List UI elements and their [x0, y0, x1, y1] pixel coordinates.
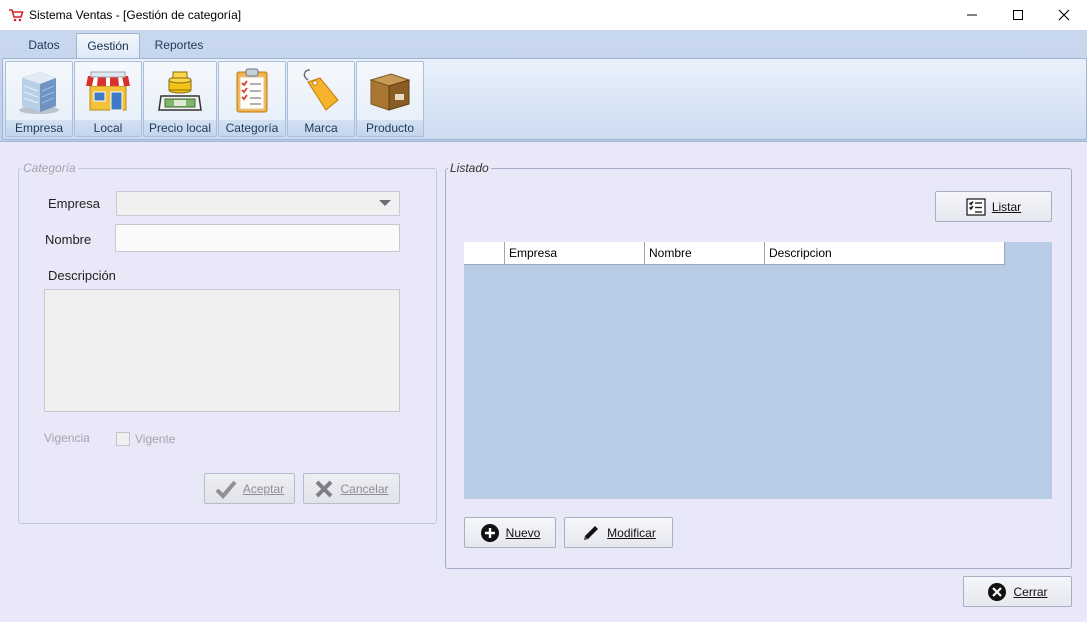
listar-label: Listar [991, 199, 1022, 214]
close-circle-icon [988, 582, 1007, 601]
grid-row-header[interactable] [464, 242, 505, 265]
column-header-empresa[interactable]: Empresa [505, 242, 645, 265]
box-icon [369, 73, 411, 111]
vigente-checkbox[interactable] [116, 432, 130, 446]
nuevo-button[interactable]: Nuevo [464, 517, 556, 548]
ribbon-button-label: Empresa [6, 120, 72, 136]
nombre-input[interactable] [115, 224, 400, 252]
plus-circle-icon [480, 523, 499, 542]
cerrar-button[interactable]: Cerrar [963, 576, 1072, 607]
checkmark-icon [215, 480, 237, 499]
pencil-icon [584, 525, 599, 540]
nombre-label: Nombre [45, 232, 92, 247]
empresa-label: Empresa [48, 196, 101, 211]
modificar-button[interactable]: Modificar [564, 517, 673, 548]
ribbon-button-categoria[interactable]: Categoría [218, 61, 286, 137]
listado-legend: Listado [450, 161, 489, 175]
ribbon-button-local[interactable]: Local [74, 61, 142, 137]
maximize-icon [1013, 10, 1023, 20]
x-cancel-icon [316, 480, 333, 497]
aceptar-button[interactable]: Aceptar [204, 473, 295, 504]
ribbon-button-label: Producto [357, 120, 423, 136]
ribbon: Datos Gestión Reportes Empresa Local Pre… [0, 30, 1087, 142]
minimize-icon [967, 14, 977, 16]
tab-gestion[interactable]: Gestión [76, 33, 140, 59]
empresa-select[interactable] [116, 191, 400, 216]
price-cash-icon [158, 71, 202, 111]
descripcion-textarea[interactable] [44, 289, 400, 412]
ribbon-button-precio-local[interactable]: Precio local [143, 61, 217, 137]
building-icon [19, 72, 59, 114]
chevron-down-icon [379, 200, 391, 206]
shopping-cart-icon [9, 9, 24, 22]
ribbon-button-label: Categoría [219, 120, 285, 136]
title-bar: Sistema Ventas - [Gestión de categoría] [0, 0, 1087, 30]
listado-grid[interactable]: Empresa Nombre Descripcion [464, 242, 1052, 499]
clipboard-checklist-icon [236, 68, 268, 113]
vigencia-label: Vigencia [44, 431, 90, 445]
aceptar-label: Aceptar [242, 481, 285, 496]
ribbon-button-empresa[interactable]: Empresa [5, 61, 73, 137]
descripcion-label: Descripción [48, 268, 116, 283]
store-icon [86, 71, 130, 111]
ribbon-button-label: Local [75, 120, 141, 136]
cancelar-label: Cancelar [340, 481, 389, 496]
tab-datos[interactable]: Datos [16, 33, 72, 58]
column-header-descripcion[interactable]: Descripcion [765, 242, 1005, 265]
list-icon [966, 197, 986, 216]
modificar-label: Modificar [607, 525, 656, 540]
maximize-button[interactable] [995, 0, 1041, 30]
cerrar-label: Cerrar [1013, 584, 1048, 599]
categoria-legend: Categoría [23, 161, 76, 175]
ribbon-button-label: Marca [288, 120, 354, 136]
nuevo-label: Nuevo [505, 525, 541, 540]
tag-icon [303, 69, 339, 111]
ribbon-button-marca[interactable]: Marca [287, 61, 355, 137]
minimize-button[interactable] [949, 0, 995, 30]
column-header-nombre[interactable]: Nombre [645, 242, 765, 265]
vigente-label: Vigente [135, 432, 176, 446]
close-window-button[interactable] [1041, 0, 1087, 30]
ribbon-button-producto[interactable]: Producto [356, 61, 424, 137]
ribbon-panel: Empresa Local Precio local Categoría Mar… [2, 58, 1087, 140]
window-title: Sistema Ventas - [Gestión de categoría] [29, 8, 242, 22]
ribbon-button-label: Precio local [144, 120, 216, 136]
tab-reportes[interactable]: Reportes [144, 33, 214, 58]
close-icon [1058, 9, 1070, 21]
listar-button[interactable]: Listar [935, 191, 1052, 222]
cancelar-button[interactable]: Cancelar [303, 473, 400, 504]
